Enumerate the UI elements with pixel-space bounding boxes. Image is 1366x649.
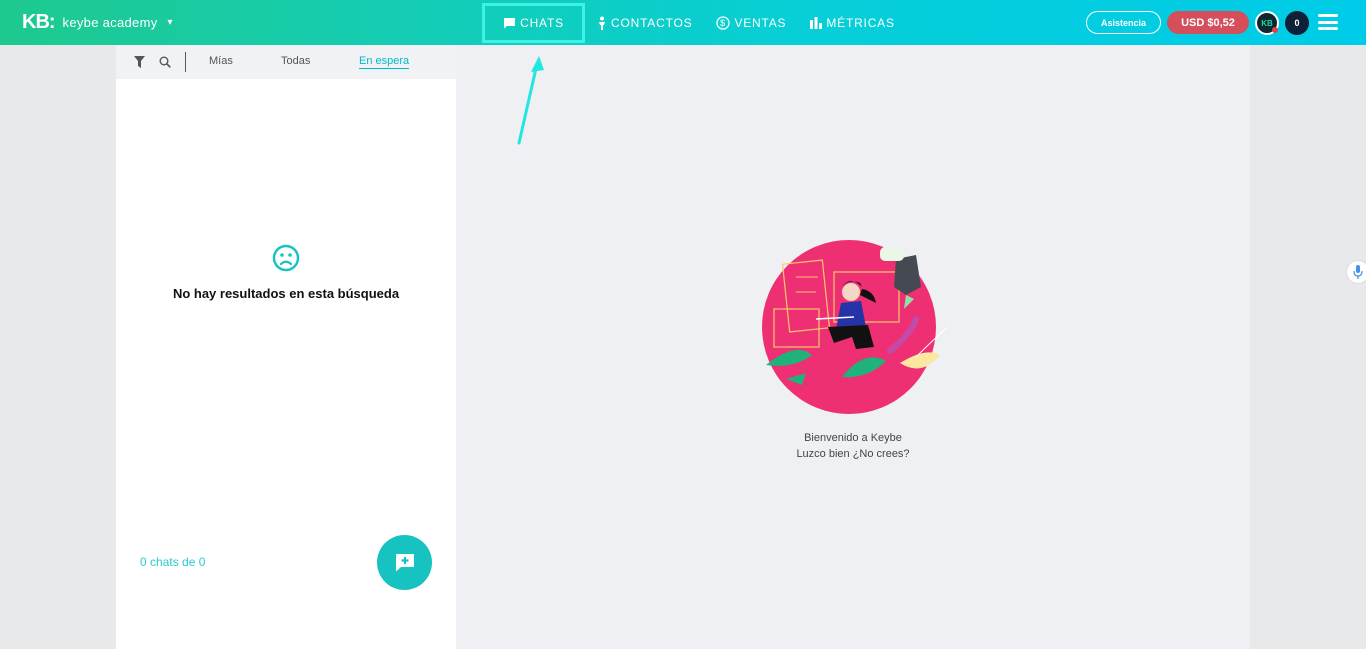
person-icon [597, 16, 607, 30]
microphone-icon[interactable] [1346, 260, 1366, 284]
assist-button[interactable]: Asistencia [1086, 11, 1161, 34]
welcome-line-1: Bienvenido a Keybe [804, 432, 902, 444]
empty-results-message: No hay resultados en esta búsqueda [172, 286, 400, 301]
nav-metricas-label: MÉTRICAS [826, 15, 895, 30]
workspace-selector[interactable]: KB: keybe academy ▾ [22, 11, 173, 34]
nav-chats-label: CHATS [520, 16, 564, 30]
annotation-arrow-icon [517, 56, 544, 145]
nav-ventas-label: VENTAS [734, 15, 787, 30]
balance-badge[interactable]: USD $0,52 [1167, 11, 1249, 34]
new-chat-button[interactable] [377, 535, 432, 590]
tab-todas[interactable]: Todas [281, 55, 310, 67]
chevron-down-icon: ▾ [167, 17, 173, 28]
bar-chart-icon [810, 16, 823, 29]
notification-count[interactable]: 0 [1285, 11, 1309, 35]
nav-contactos[interactable]: CONTACTOS [585, 0, 704, 45]
nav-metricas[interactable]: MÉTRICAS [798, 0, 906, 45]
chat-count: 0 chats de 0 [140, 555, 206, 569]
top-bar: KB: keybe academy ▾ CHATS CONTACTOS $ VE… [0, 0, 1366, 45]
tab-mias[interactable]: Mías [209, 55, 233, 67]
nav-chats[interactable]: CHATS [482, 3, 585, 43]
search-icon[interactable] [157, 54, 173, 70]
add-chat-icon [395, 553, 414, 571]
divider [185, 52, 186, 72]
nav-contactos-label: CONTACTOS [611, 15, 693, 30]
welcome-line-2: Luzco bien ¿No crees? [796, 448, 910, 460]
right-gutter [1250, 45, 1366, 649]
welcome-message: Bienvenido a Keybe Luzco bien ¿No crees? [456, 430, 1250, 462]
main-content: Bienvenido a Keybe Luzco bien ¿No crees? [456, 45, 1250, 649]
chat-icon [503, 17, 516, 29]
dollar-icon: $ [716, 15, 731, 30]
tab-en-espera[interactable]: En espera [359, 55, 410, 69]
chat-list-panel: Mías Todas En espera No hay resultados e… [116, 45, 456, 649]
svg-text:$: $ [721, 18, 727, 28]
main-nav: CHATS CONTACTOS $ VENTAS MÉTRICAS [482, 0, 907, 45]
nav-ventas[interactable]: $ VENTAS [704, 0, 798, 45]
brand-logo: KB: [22, 11, 56, 33]
hamburger-menu-icon[interactable] [1318, 14, 1338, 30]
welcome-illustration [762, 240, 949, 414]
status-dot [1272, 27, 1278, 33]
sad-face-icon [272, 244, 300, 272]
chat-filter-bar: Mías Todas En espera [116, 45, 456, 79]
filter-icon[interactable] [131, 54, 147, 70]
workspace-name: keybe academy [62, 15, 158, 30]
